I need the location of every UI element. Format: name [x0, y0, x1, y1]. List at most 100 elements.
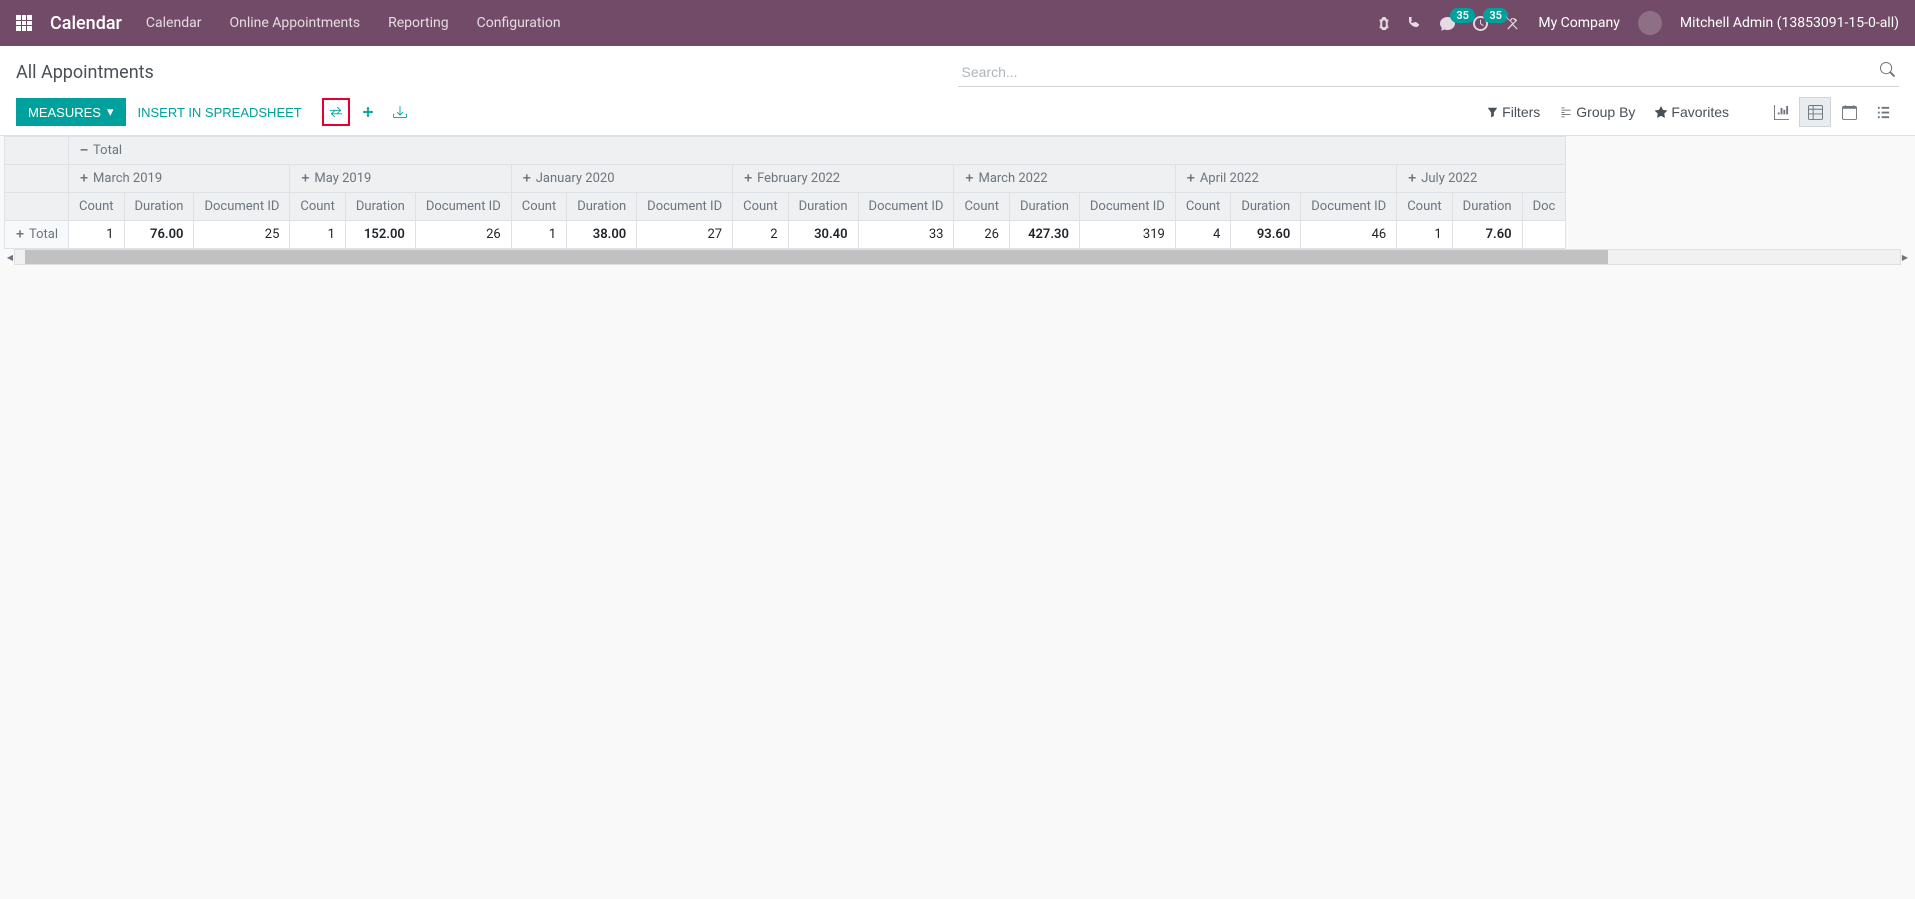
- pivot-cell: 25: [194, 221, 290, 249]
- search-input[interactable]: [958, 58, 1900, 87]
- tools-icon[interactable]: [1506, 16, 1520, 30]
- pivot-blank2: [5, 193, 69, 221]
- pivot-measure-header[interactable]: Duration: [345, 193, 415, 221]
- star-icon: [1655, 106, 1667, 118]
- scroll-left-arrow[interactable]: ◀: [5, 250, 15, 264]
- search-icon[interactable]: [1880, 62, 1895, 77]
- filters-button[interactable]: Filters: [1487, 104, 1540, 120]
- pivot-measure-header[interactable]: Duration: [567, 193, 637, 221]
- pivot-cell: 1: [69, 221, 124, 249]
- pivot-measure-header[interactable]: Document ID: [415, 193, 511, 221]
- apps-menu-icon[interactable]: [16, 15, 32, 31]
- groupby-button[interactable]: Group By: [1560, 104, 1635, 120]
- pivot-col-header[interactable]: +March 2022: [954, 165, 1175, 193]
- favorites-button[interactable]: Favorites: [1655, 104, 1729, 120]
- pivot-container: −Total +March 2019+May 2019+January 2020…: [0, 136, 1915, 265]
- measures-label: MEASURES: [28, 105, 101, 120]
- pivot-measure-header[interactable]: Count: [733, 193, 788, 221]
- row-total-label: Total: [29, 227, 58, 242]
- groupby-label: Group By: [1576, 104, 1635, 120]
- pivot-cell: 76.00: [124, 221, 194, 249]
- collapse-icon: −: [79, 143, 89, 158]
- total-label: Total: [93, 143, 122, 158]
- insert-spreadsheet-button[interactable]: INSERT IN SPREADSHEET: [126, 99, 314, 126]
- pivot-measure-header[interactable]: Duration: [1231, 193, 1301, 221]
- search-container: [958, 58, 1900, 87]
- pivot-measure-header[interactable]: Duration: [788, 193, 858, 221]
- activities-badge: 35: [1483, 8, 1508, 23]
- pivot-cell: 30.40: [788, 221, 858, 249]
- measures-button[interactable]: MEASURES ▾: [16, 98, 126, 126]
- pivot-measure-header[interactable]: Duration: [1009, 193, 1079, 221]
- flip-axis-button[interactable]: [322, 98, 350, 126]
- pivot-cell: 93.60: [1231, 221, 1301, 249]
- pivot-measure-header[interactable]: Document ID: [1301, 193, 1397, 221]
- nav-online-appointments[interactable]: Online Appointments: [229, 15, 360, 31]
- nav-right: 35 35 My Company Mitchell Admin (1385309…: [1377, 11, 1899, 35]
- pivot-col-header[interactable]: +April 2022: [1175, 165, 1396, 193]
- pivot-cell: 2: [733, 221, 788, 249]
- pivot-cell: 319: [1079, 221, 1175, 249]
- pivot-measure-header[interactable]: Document ID: [194, 193, 290, 221]
- pivot-cell: 427.30: [1009, 221, 1079, 249]
- pivot-measure-header[interactable]: Document ID: [858, 193, 954, 221]
- scroll-thumb[interactable]: [25, 250, 1608, 264]
- pivot-corner: [5, 137, 69, 165]
- pivot-cell: 1: [290, 221, 345, 249]
- filter-icon: [1487, 107, 1498, 118]
- bug-icon[interactable]: [1377, 16, 1391, 30]
- pivot-cell: 33: [858, 221, 954, 249]
- nav-calendar[interactable]: Calendar: [146, 15, 202, 31]
- pivot-row-total[interactable]: +Total: [5, 221, 69, 249]
- pivot-measure-header[interactable]: Count: [954, 193, 1009, 221]
- user-avatar[interactable]: [1638, 11, 1662, 35]
- pivot-measure-header[interactable]: Doc: [1522, 193, 1566, 221]
- view-calendar-button[interactable]: [1833, 97, 1865, 127]
- activities-icon[interactable]: 35: [1473, 16, 1488, 31]
- pivot-measure-header[interactable]: Count: [69, 193, 124, 221]
- pivot-cell: 152.00: [345, 221, 415, 249]
- pivot-measure-header[interactable]: Document ID: [637, 193, 733, 221]
- pivot-cell: 38.00: [567, 221, 637, 249]
- view-list-button[interactable]: [1867, 97, 1899, 127]
- nav-configuration[interactable]: Configuration: [477, 15, 561, 31]
- pivot-measure-header[interactable]: Duration: [124, 193, 194, 221]
- messages-icon[interactable]: 35: [1440, 16, 1455, 31]
- pivot-measure-header[interactable]: Count: [511, 193, 566, 221]
- horizontal-scrollbar[interactable]: ◀ ▶: [14, 249, 1901, 265]
- user-menu[interactable]: Mitchell Admin (13853091-15-0-all): [1680, 15, 1899, 31]
- company-selector[interactable]: My Company: [1538, 15, 1620, 31]
- breadcrumb: All Appointments: [16, 62, 154, 83]
- view-graph-button[interactable]: [1765, 97, 1797, 127]
- pivot-cell: 26: [954, 221, 1009, 249]
- pivot-col-header[interactable]: +March 2019: [69, 165, 290, 193]
- pivot-measure-header[interactable]: Count: [1397, 193, 1452, 221]
- caret-down-icon: ▾: [107, 104, 114, 120]
- pivot-col-header[interactable]: +January 2020: [511, 165, 732, 193]
- pivot-cell: 1: [1397, 221, 1452, 249]
- view-pivot-button[interactable]: [1799, 97, 1831, 127]
- scroll-right-arrow[interactable]: ▶: [1900, 250, 1910, 264]
- pivot-col-header[interactable]: +July 2022: [1397, 165, 1566, 193]
- pivot-cell: 46: [1301, 221, 1397, 249]
- download-button[interactable]: [386, 98, 414, 126]
- pivot-measure-header[interactable]: Count: [1175, 193, 1230, 221]
- pivot-table: −Total +March 2019+May 2019+January 2020…: [4, 136, 1566, 249]
- nav-reporting[interactable]: Reporting: [388, 15, 449, 31]
- pivot-measure-header[interactable]: Document ID: [1079, 193, 1175, 221]
- pivot-col-header[interactable]: +May 2019: [290, 165, 511, 193]
- pivot-cell: 27: [637, 221, 733, 249]
- groupby-icon: [1560, 106, 1572, 118]
- favorites-label: Favorites: [1671, 104, 1729, 120]
- pivot-cell: [1522, 221, 1566, 249]
- nav-menu: Calendar Online Appointments Reporting C…: [146, 15, 561, 31]
- app-brand[interactable]: Calendar: [50, 13, 122, 34]
- view-switcher: [1765, 97, 1899, 127]
- pivot-total-header[interactable]: −Total: [69, 137, 1566, 165]
- pivot-measure-header[interactable]: Duration: [1452, 193, 1522, 221]
- expand-all-button[interactable]: [354, 98, 382, 126]
- pivot-col-header[interactable]: +February 2022: [733, 165, 954, 193]
- pivot-measure-header[interactable]: Count: [290, 193, 345, 221]
- control-panel: All Appointments MEASURES ▾ INSERT IN SP…: [0, 46, 1915, 136]
- phone-icon[interactable]: [1409, 17, 1422, 30]
